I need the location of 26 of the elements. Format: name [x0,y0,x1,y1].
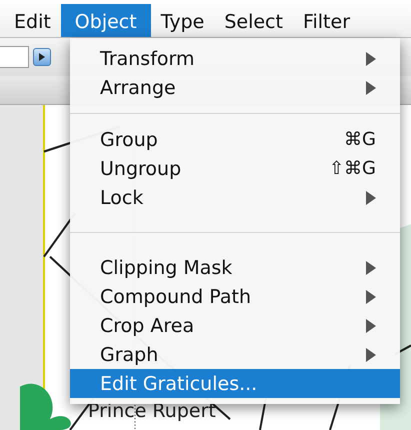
submenu-arrow-icon [366,348,376,362]
menu-item[interactable]: Arrange [70,73,400,102]
submenu-arrow-icon [366,80,376,94]
submenu-arrow-icon [366,290,376,304]
menu-item[interactable]: Transform [70,44,400,73]
menu-bar-item[interactable]: Filter [292,4,360,37]
submenu-arrow-icon [366,190,376,204]
menu-item[interactable]: Compound Path [70,282,400,311]
submenu-arrow-icon [366,318,376,332]
menu-item[interactable]: Clipping Mask [70,253,400,282]
menu-bar-item[interactable]: Edit [4,4,61,37]
play-button[interactable] [33,48,51,66]
menu-item[interactable]: Edit Graticules... [70,369,400,398]
menu-item[interactable]: Ungroup ⇧⌘G [70,154,400,183]
menu-item[interactable]: Group ⌘G [70,125,400,154]
submenu-arrow-icon [366,260,376,274]
play-icon [38,53,46,61]
menu-bar-item[interactable]: Type [150,4,214,37]
menu-item[interactable]: Crop Area [70,311,400,340]
menu-bar-item[interactable]: Object [60,4,151,37]
input-field[interactable] [0,46,29,68]
map-label: Prince Rupert [88,400,216,422]
menu-item[interactable]: Lock [70,183,400,212]
submenu-arrow-icon [366,52,376,66]
menu-bar-item[interactable]: Select [214,4,293,37]
menu-item[interactable]: Graph [70,340,400,369]
